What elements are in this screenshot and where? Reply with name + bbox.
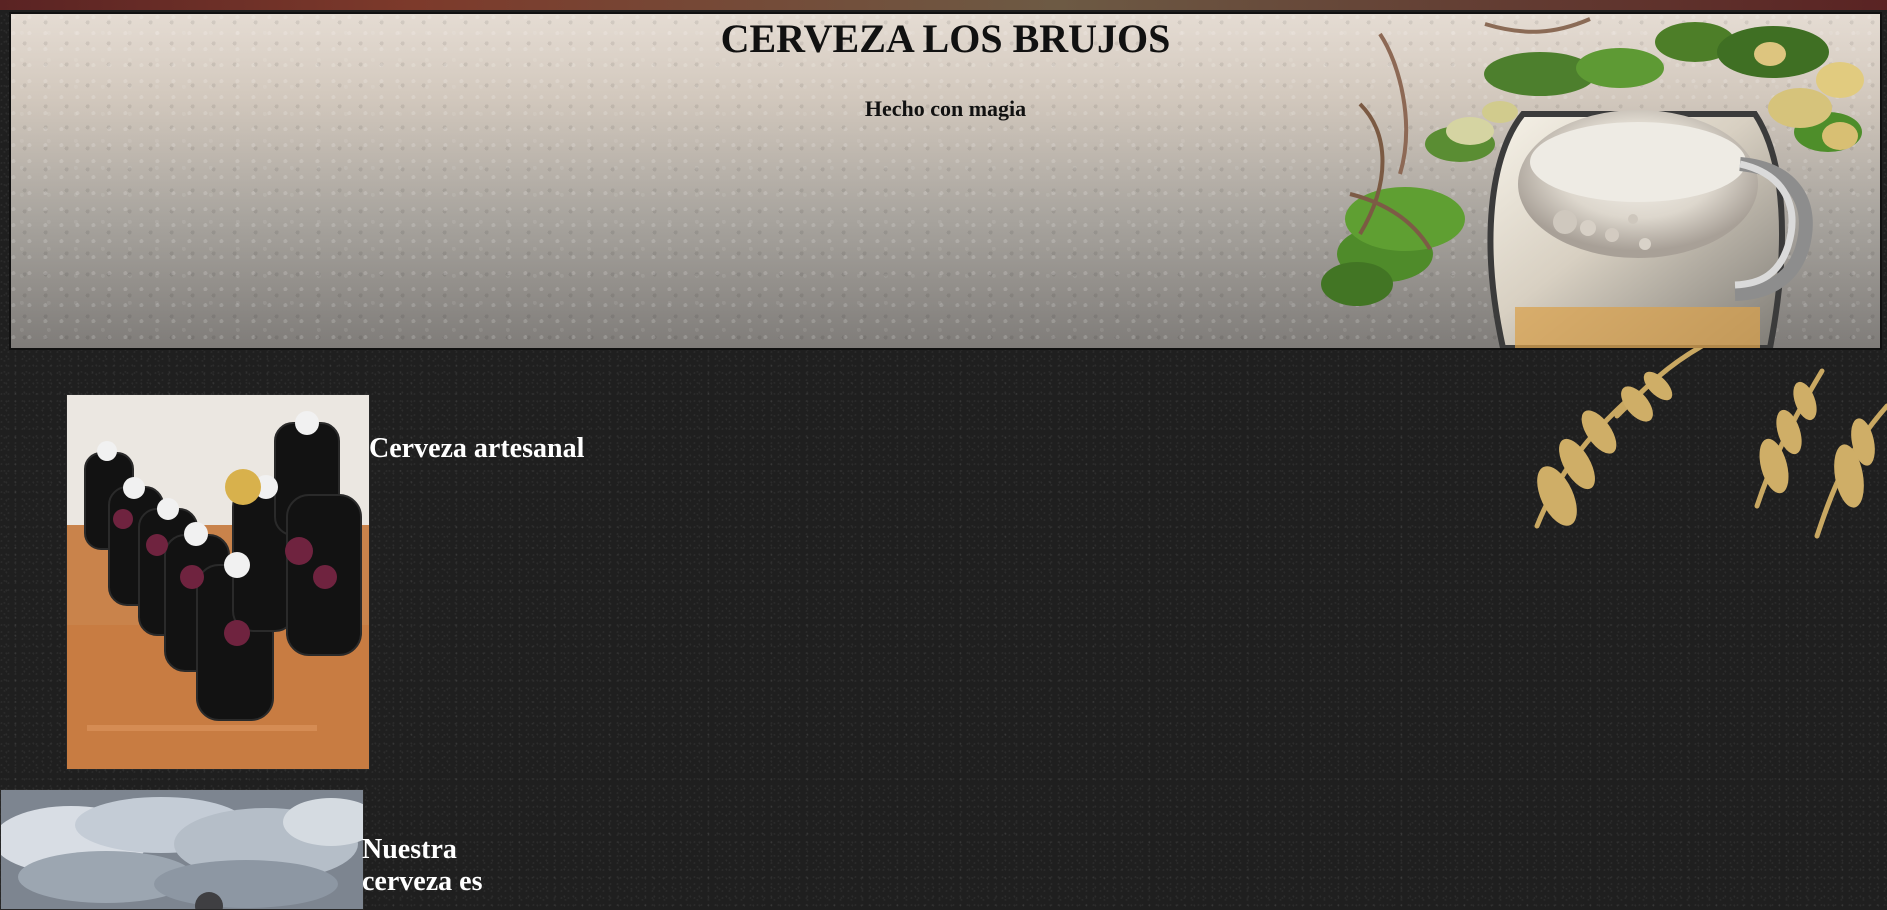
hero-banner: CERVEZA LOS BRUJOS Hecho con magia [9, 12, 1882, 350]
beer-bottles-image [66, 394, 370, 770]
hops-and-beer-mug-art [1240, 14, 1880, 348]
sky-image [0, 789, 364, 910]
feature-title: Nuestra cerveza es [362, 834, 483, 898]
feature-title: Cerveza artesanal [369, 433, 585, 464]
page-title: CERVEZA LOS BRUJOS [720, 16, 1171, 61]
top-border [0, 0, 1887, 10]
page-subtitle: Hecho con magia [864, 96, 1027, 121]
wheat-decoration [1457, 346, 1887, 546]
